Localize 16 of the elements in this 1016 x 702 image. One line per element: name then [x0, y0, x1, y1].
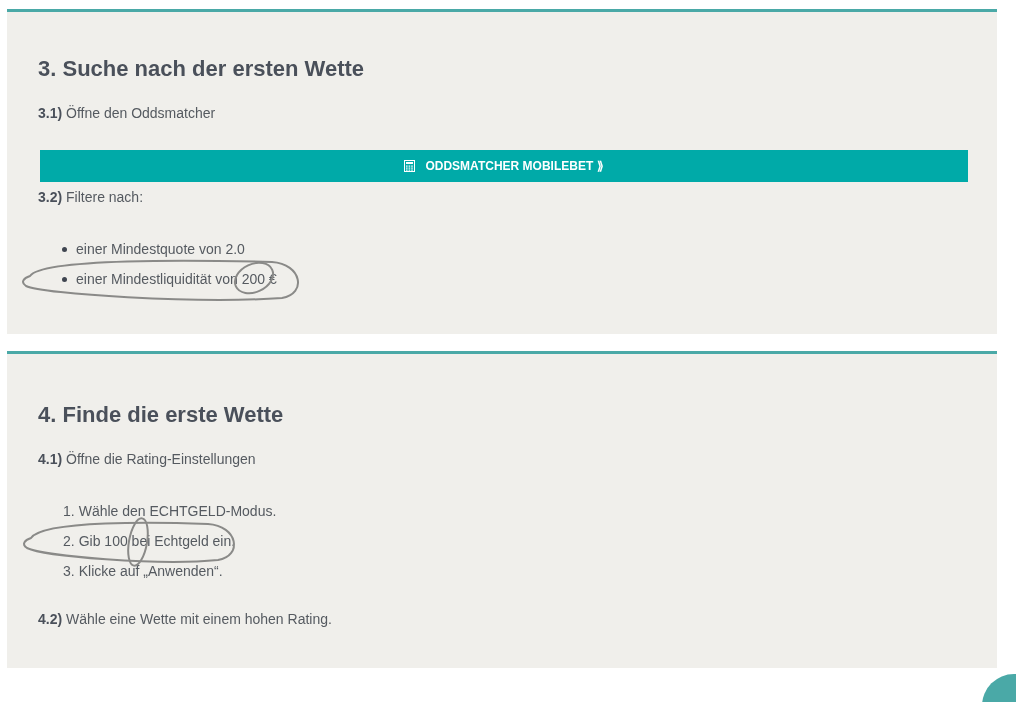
- calculator-icon: [404, 160, 416, 172]
- list-number: 3.: [63, 563, 75, 579]
- oddsmatcher-button[interactable]: ODDSMATCHER MOBILEBET ⟫: [40, 150, 968, 182]
- list-number: 2.: [63, 533, 75, 549]
- list-number: 1.: [63, 503, 75, 519]
- bullet-icon: [62, 276, 67, 282]
- list-item-text: einer Mindestquote von 2.0: [76, 241, 245, 257]
- list-item-text: Klicke auf „Anwenden“.: [78, 563, 223, 579]
- step-text: 4.2) Wähle eine Wette mit einem hohen Rating.: [38, 610, 333, 629]
- section-heading: 3. Suche nach der ersten Wette: [38, 56, 366, 82]
- section-heading: 4. Finde die erste Wette: [38, 402, 285, 428]
- step-text: 3.2) Filtere nach:: [38, 188, 145, 207]
- bullet-icon: [62, 246, 67, 252]
- step-text: 4.1) Öffne die Rating-Einstellungen: [38, 450, 257, 469]
- list-item-text: Wähle den ECHTGELD-Modus.: [78, 503, 277, 519]
- step-text: 3.1) Öffne den Oddsmatcher: [38, 104, 217, 123]
